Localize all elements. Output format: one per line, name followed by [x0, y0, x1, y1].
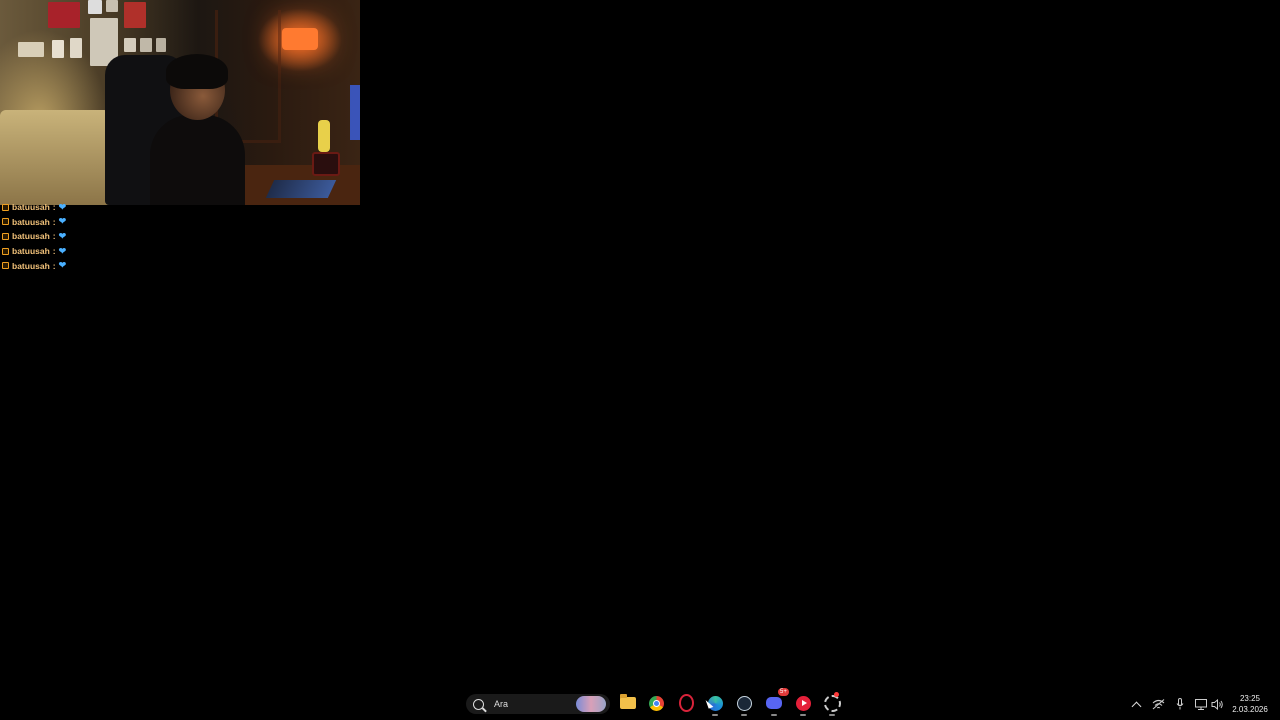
- streamer: [150, 54, 245, 205]
- subscriber-badge-icon: [2, 203, 9, 211]
- chat-separator: :: [52, 231, 56, 242]
- display-icon[interactable]: [1194, 697, 1208, 711]
- chat-username: batuusah: [12, 260, 50, 271]
- discord-icon[interactable]: 5+: [763, 688, 789, 714]
- search-highlight-image: [576, 696, 606, 712]
- wall-poster: [106, 0, 118, 12]
- running-indicator: [741, 714, 747, 716]
- wall-poster: [124, 38, 136, 52]
- bottle: [318, 120, 330, 152]
- keyboard: [265, 180, 337, 198]
- notification-dot: [834, 692, 839, 697]
- youtube-music-icon[interactable]: [792, 692, 814, 714]
- chat-username: batuusah: [12, 231, 50, 242]
- wall-poster: [48, 2, 80, 28]
- wall-poster: [18, 42, 44, 57]
- wall-poster: [70, 38, 82, 58]
- heart-emote-icon: ❤: [58, 216, 67, 227]
- show-hidden-icons-chevron-icon[interactable]: [1129, 697, 1143, 711]
- wall-poster: [156, 38, 166, 52]
- file-explorer-icon[interactable]: [617, 692, 639, 714]
- discord-notification-badge: 5+: [778, 688, 789, 696]
- taskbar-search-box[interactable]: Ara: [466, 694, 610, 714]
- search-icon: [473, 698, 484, 710]
- chat-message: batuusah : ❤: [0, 258, 200, 273]
- running-indicator: [771, 714, 777, 716]
- chat-message: batuusah : ❤: [0, 229, 200, 244]
- clock-time: 23:25: [1239, 694, 1261, 703]
- chat-separator: :: [52, 260, 56, 271]
- network-disconnected-icon[interactable]: [1151, 697, 1165, 711]
- chat-overlay: batuusah : ❤ batuusah : ❤ batuusah : ❤ b…: [0, 200, 200, 273]
- streamer-body: [150, 115, 245, 205]
- subscriber-badge-icon: [2, 218, 9, 226]
- heart-emote-icon: ❤: [58, 245, 67, 256]
- chat-username: batuusah: [12, 246, 50, 257]
- opera-gx-icon[interactable]: [675, 692, 697, 714]
- search-placeholder: Ara: [494, 699, 509, 709]
- chat-message: batuusah : ❤: [0, 200, 200, 215]
- clock-date: 2.03.2026: [1232, 705, 1268, 714]
- steam-icon[interactable]: [733, 692, 755, 714]
- windows-start-icon[interactable]: [437, 694, 457, 714]
- heart-emote-icon: ❤: [58, 201, 67, 212]
- wall-poster: [140, 38, 152, 52]
- chat-separator: :: [52, 202, 56, 213]
- chat-message: batuusah : ❤: [0, 215, 200, 230]
- heart-emote-icon: ❤: [58, 260, 67, 271]
- running-indicator: [800, 714, 806, 716]
- subscriber-badge-icon: [2, 262, 9, 270]
- subscriber-badge-icon: [2, 247, 9, 255]
- subscriber-badge-icon: [2, 232, 9, 240]
- chat-separator: :: [52, 216, 56, 227]
- microphone-icon[interactable]: [1173, 697, 1187, 711]
- running-indicator: [829, 714, 835, 716]
- webcam-overlay: [0, 0, 360, 205]
- chat-username: batuusah: [12, 202, 50, 213]
- lamp: [282, 28, 318, 50]
- sofa: [0, 110, 110, 205]
- volume-icon[interactable]: [1210, 697, 1224, 711]
- loading-app-icon[interactable]: [821, 692, 843, 714]
- chrome-icon[interactable]: [645, 692, 667, 714]
- taskbar-clock[interactable]: 23:25 2.03.2026: [1226, 693, 1274, 715]
- wall-poster: [52, 40, 64, 58]
- taskbar: [0, 688, 1280, 720]
- wall-poster: [88, 0, 102, 14]
- streamer-hair: [166, 54, 228, 89]
- chat-separator: :: [52, 246, 56, 257]
- wall-poster: [124, 2, 146, 28]
- chat-username: batuusah: [12, 216, 50, 227]
- monitor-edge: [350, 85, 360, 140]
- running-indicator: [712, 714, 718, 716]
- mug: [312, 152, 340, 176]
- heart-emote-icon: ❤: [58, 230, 67, 241]
- chat-message: batuusah : ❤: [0, 244, 200, 259]
